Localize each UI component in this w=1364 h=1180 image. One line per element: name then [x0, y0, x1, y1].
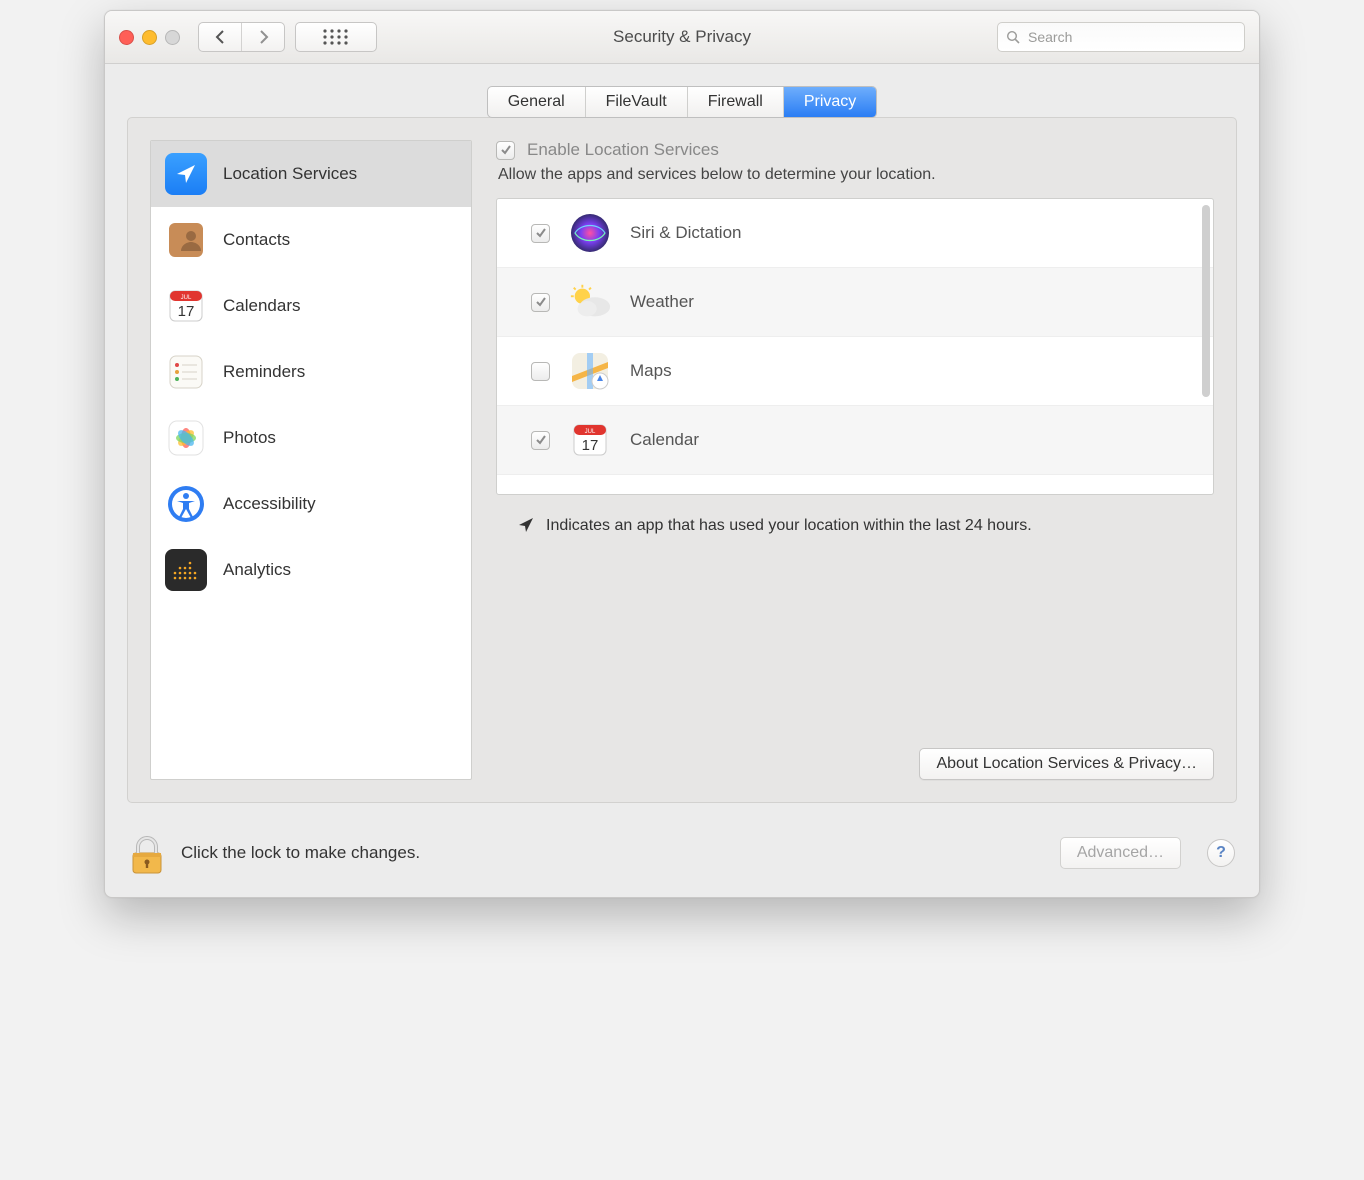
app-label: Calendar — [630, 430, 699, 450]
app-row-weather[interactable]: Weather — [497, 268, 1213, 337]
photos-icon — [165, 417, 207, 459]
sidebar-item-calendars[interactable]: JUL 17 Calendars — [151, 273, 471, 339]
sidebar-item-reminders[interactable]: Reminders — [151, 339, 471, 405]
chevron-right-icon — [258, 30, 269, 44]
titlebar: Security & Privacy — [105, 11, 1259, 64]
accessibility-icon — [165, 483, 207, 525]
forward-button[interactable] — [242, 23, 284, 51]
app-label: Maps — [630, 361, 672, 381]
svg-text:17: 17 — [582, 437, 599, 454]
privacy-categories-list[interactable]: Location Services Contacts JUL 17 Calenda… — [150, 140, 472, 780]
location-arrow-icon — [518, 517, 534, 538]
svg-text:JUL: JUL — [181, 295, 192, 301]
allow-description: Allow the apps and services below to det… — [498, 166, 1214, 184]
contacts-icon — [165, 219, 207, 261]
scrollbar[interactable] — [1202, 205, 1210, 397]
app-checkbox[interactable] — [531, 431, 550, 450]
tab-privacy[interactable]: Privacy — [784, 87, 876, 117]
recent-use-indicator: Indicates an app that has used your loca… — [498, 515, 1212, 538]
analytics-icon — [165, 549, 207, 591]
search-icon — [1006, 30, 1020, 44]
sidebar-item-photos[interactable]: Photos — [151, 405, 471, 471]
sidebar-item-accessibility[interactable]: Accessibility — [151, 471, 471, 537]
search-field-wrap[interactable] — [997, 22, 1245, 52]
maps-icon — [568, 349, 612, 393]
footer: Click the lock to make changes. Advanced… — [105, 817, 1259, 897]
content-area: General FileVault Firewall Privacy Locat… — [105, 64, 1259, 817]
sidebar-item-label: Contacts — [223, 230, 290, 250]
tab-filevault[interactable]: FileVault — [586, 87, 688, 117]
tabs: General FileVault Firewall Privacy — [127, 86, 1237, 118]
tab-general[interactable]: General — [488, 87, 586, 117]
sidebar-item-label: Reminders — [223, 362, 305, 382]
close-button[interactable] — [119, 30, 134, 45]
enable-location-label: Enable Location Services — [527, 140, 719, 160]
sidebar-item-contacts[interactable]: Contacts — [151, 207, 471, 273]
weather-icon — [568, 280, 612, 324]
privacy-panel: Location Services Contacts JUL 17 Calenda… — [127, 117, 1237, 803]
check-icon — [535, 434, 547, 446]
sidebar-item-location-services[interactable]: Location Services — [151, 141, 471, 207]
app-row-siri[interactable]: Siri & Dictation — [497, 199, 1213, 268]
app-checkbox[interactable] — [531, 224, 550, 243]
minimize-button[interactable] — [142, 30, 157, 45]
calendar-icon: JUL 17 — [165, 285, 207, 327]
sidebar-item-label: Calendars — [223, 296, 301, 316]
check-icon — [500, 144, 512, 156]
grid-icon — [322, 28, 350, 46]
back-button[interactable] — [199, 23, 242, 51]
svg-text:17: 17 — [178, 303, 195, 320]
location-icon — [165, 153, 207, 195]
tab-firewall[interactable]: Firewall — [688, 87, 784, 117]
siri-icon — [568, 211, 612, 255]
svg-text:JUL: JUL — [585, 429, 596, 435]
sidebar-item-label: Accessibility — [223, 494, 316, 514]
app-checkbox[interactable] — [531, 362, 550, 381]
sidebar-item-label: Location Services — [223, 164, 357, 184]
sidebar-item-analytics[interactable]: Analytics — [151, 537, 471, 603]
check-icon — [535, 227, 547, 239]
advanced-button[interactable]: Advanced… — [1060, 837, 1181, 869]
nav-back-forward — [198, 22, 285, 52]
app-label: Weather — [630, 292, 694, 312]
help-button[interactable]: ? — [1207, 839, 1235, 867]
app-row-maps[interactable]: Maps — [497, 337, 1213, 406]
app-row-calendar[interactable]: JUL 17 Calendar — [497, 406, 1213, 475]
location-services-settings: Enable Location Services Allow the apps … — [496, 140, 1214, 780]
show-all-button[interactable] — [295, 22, 377, 52]
about-location-button[interactable]: About Location Services & Privacy… — [919, 748, 1214, 780]
app-permissions-list[interactable]: Siri & Dictation Weather — [496, 198, 1214, 495]
sidebar-item-label: Analytics — [223, 560, 291, 580]
sidebar-item-label: Photos — [223, 428, 276, 448]
enable-location-checkbox[interactable] — [496, 141, 515, 160]
preferences-window: Security & Privacy General FileVault Fir… — [104, 10, 1260, 898]
indicator-text: Indicates an app that has used your loca… — [546, 515, 1032, 537]
zoom-button[interactable] — [165, 30, 180, 45]
search-input[interactable] — [1026, 28, 1236, 46]
calendar-icon: JUL 17 — [568, 418, 612, 462]
lock-icon[interactable] — [129, 835, 165, 871]
app-checkbox[interactable] — [531, 293, 550, 312]
window-controls — [119, 30, 180, 45]
app-label: Siri & Dictation — [630, 223, 741, 243]
chevron-left-icon — [215, 30, 226, 44]
reminders-icon — [165, 351, 207, 393]
lock-text: Click the lock to make changes. — [181, 843, 420, 863]
check-icon — [535, 296, 547, 308]
